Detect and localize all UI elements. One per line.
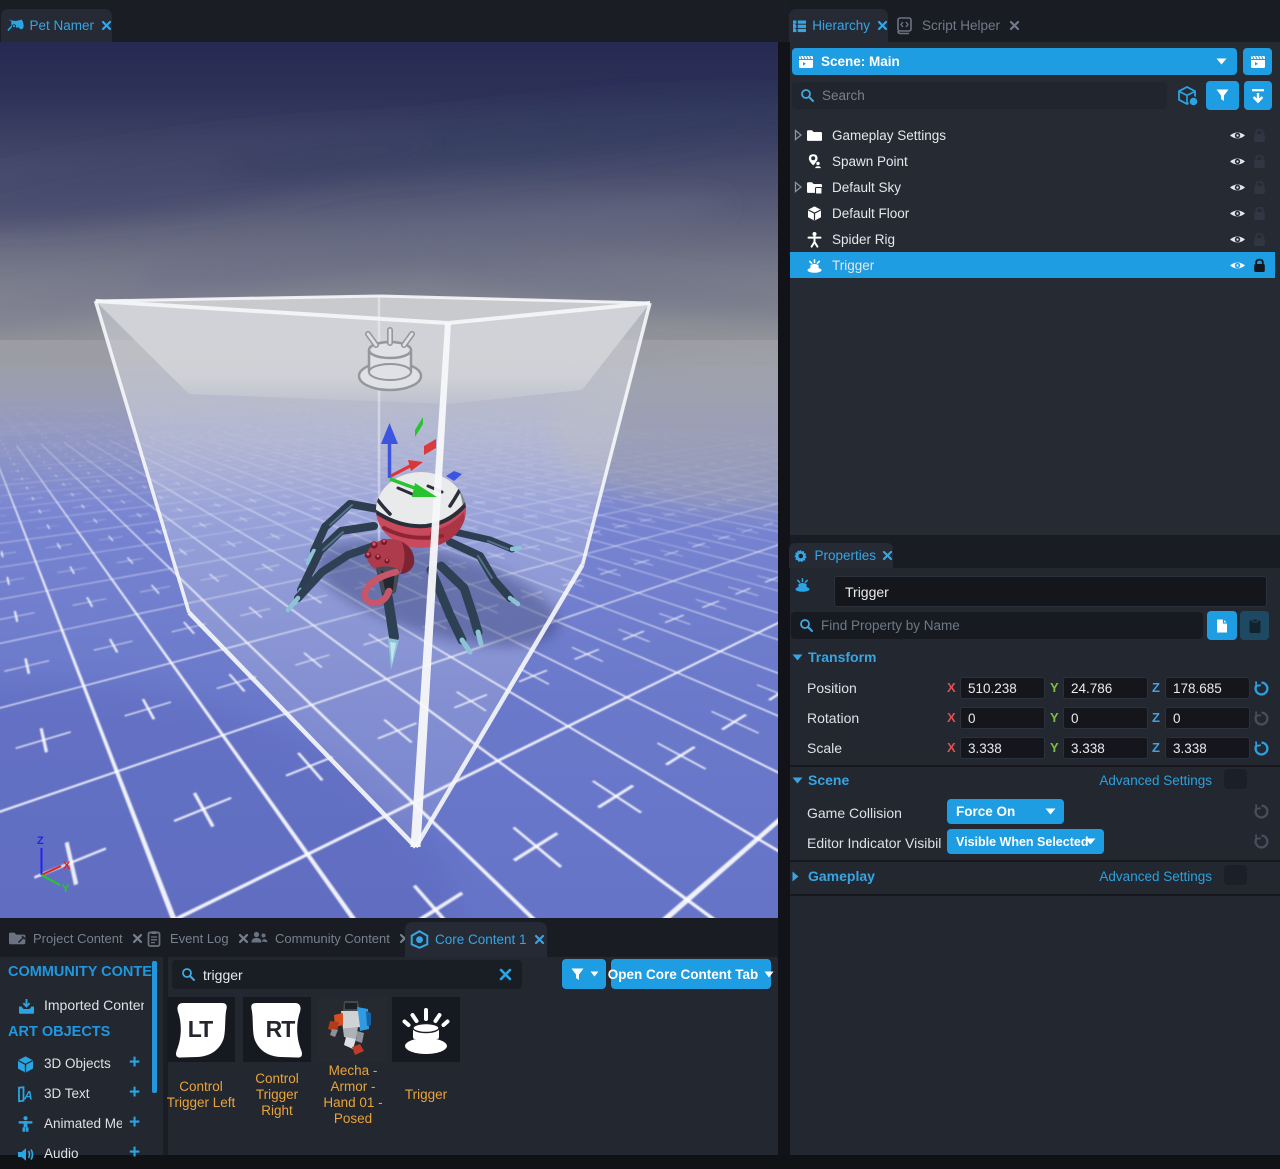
svg-text:A: A	[23, 1089, 33, 1103]
svg-text:Z: Z	[37, 835, 44, 847]
svg-text:X: X	[63, 860, 71, 872]
svg-text:LT: LT	[188, 1016, 213, 1042]
svg-text:Y: Y	[62, 883, 70, 895]
svg-text:RT: RT	[266, 1016, 296, 1042]
